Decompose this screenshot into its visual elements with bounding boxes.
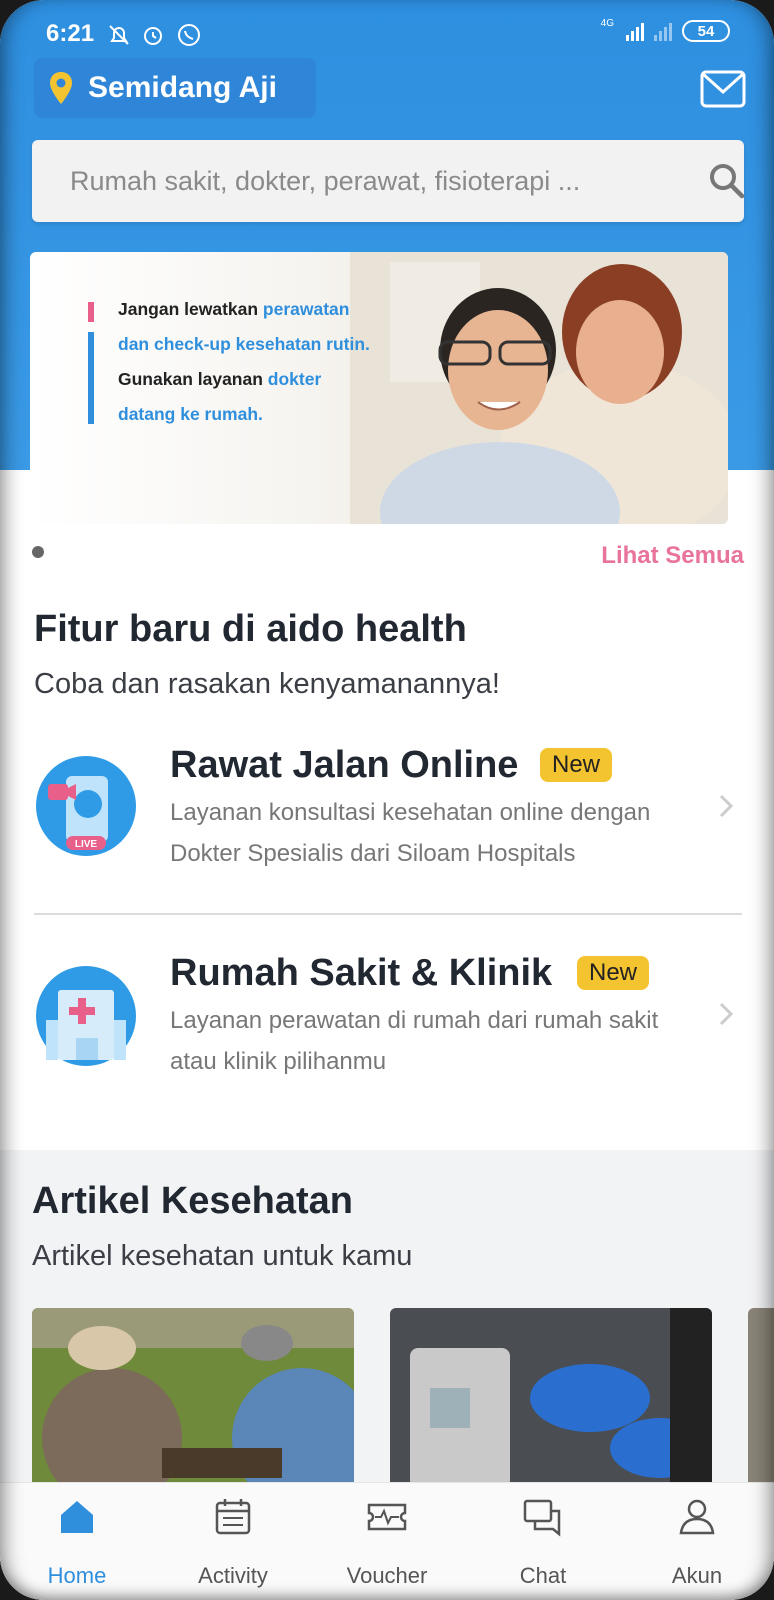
banner-line1-a: Jangan lewatkan — [118, 299, 263, 319]
home-icon — [61, 1501, 93, 1533]
calendar-icon — [215, 1499, 251, 1535]
bottom-navigation: Home Activity Voucher Chat Akun — [0, 1482, 774, 1600]
banner-accent-pink — [88, 302, 94, 322]
banner-line2: dan check-up kesehatan rutin. — [118, 334, 370, 354]
signal-2-icon — [654, 21, 672, 41]
divider — [34, 913, 742, 915]
nav-label: Chat — [519, 1563, 567, 1588]
nav-label: Voucher — [346, 1563, 428, 1588]
article-card[interactable] — [390, 1308, 712, 1488]
feature-description: Layanan konsultasi kesehatan online deng… — [170, 799, 651, 867]
location-pin-icon — [50, 72, 72, 104]
articles-title: Artikel Kesehatan — [32, 1180, 354, 1222]
nav-activity[interactable]: Activity — [168, 1483, 298, 1600]
nav-label: Home — [47, 1563, 107, 1588]
banner-accent-blue — [88, 332, 94, 424]
signal-icon — [626, 21, 644, 41]
search-input[interactable] — [70, 140, 650, 222]
chevron-right-icon[interactable] — [716, 792, 736, 820]
see-all-link[interactable]: Lihat Semua — [601, 542, 744, 570]
phone-screen: 6:21 4G 54 Semidang Aji Rumah sakit, dok… — [0, 0, 774, 1600]
article-card[interactable] — [32, 1308, 354, 1488]
nav-label: Activity — [198, 1563, 268, 1588]
whatsapp-icon — [178, 24, 200, 46]
bell-muted-icon — [109, 25, 129, 45]
battery-indicator: 54 — [682, 20, 730, 42]
location-selector[interactable]: Semidang Aji — [34, 58, 316, 118]
banner-line3-b: dokter — [267, 369, 322, 389]
nav-home[interactable]: Home — [12, 1483, 142, 1600]
search-icon[interactable] — [708, 162, 746, 200]
status-indicators: 4G 54 — [600, 17, 730, 42]
new-badge: New — [577, 956, 650, 990]
banner-line1-b: perawatan — [262, 299, 350, 319]
feature-title: Rawat Jalan Online — [170, 744, 519, 786]
features-title: Fitur baru di aido health — [34, 608, 467, 650]
nav-account[interactable]: Akun — [632, 1483, 762, 1600]
chat-icon — [523, 1499, 561, 1537]
new-badge: New — [540, 748, 613, 782]
features-subtitle: Coba dan rasakan kenyamanannya! — [34, 668, 500, 700]
feature-title: Rumah Sakit & Klinik — [170, 952, 553, 994]
video-consult-icon: LIVE — [36, 756, 136, 856]
chevron-right-icon[interactable] — [716, 1000, 736, 1028]
location-name: Semidang Aji — [88, 71, 277, 104]
battery-level: 54 — [697, 22, 715, 40]
article-image — [32, 1308, 354, 1488]
status-time: 6:21 — [46, 20, 95, 47]
banner-text: Jangan lewatkan perawatan dan check-up k… — [118, 292, 448, 432]
article-image — [748, 1308, 774, 1488]
banner-line3-a: Gunakan layanan — [118, 369, 268, 389]
mail-icon[interactable] — [700, 70, 746, 108]
search-bar[interactable] — [32, 140, 746, 222]
network-type: 4G — [600, 17, 614, 29]
account-icon — [679, 1499, 715, 1535]
promo-banner[interactable]: Jangan lewatkan perawatan dan check-up k… — [30, 252, 728, 524]
banner-line4: datang ke rumah. — [118, 404, 263, 424]
live-label: LIVE — [75, 839, 98, 850]
feature-description: Layanan perawatan di rumah dari rumah sa… — [170, 1007, 659, 1075]
articles-subtitle: Artikel kesehatan untuk kamu — [32, 1240, 413, 1272]
carousel-indicator[interactable] — [32, 546, 44, 558]
voucher-icon — [367, 1503, 407, 1531]
article-card[interactable] — [748, 1308, 774, 1488]
nav-voucher[interactable]: Voucher — [322, 1483, 452, 1600]
alarm-icon — [144, 27, 162, 45]
article-image — [390, 1308, 712, 1488]
nav-chat[interactable]: Chat — [478, 1483, 608, 1600]
nav-label: Akun — [671, 1563, 723, 1588]
hospital-icon — [36, 966, 136, 1066]
